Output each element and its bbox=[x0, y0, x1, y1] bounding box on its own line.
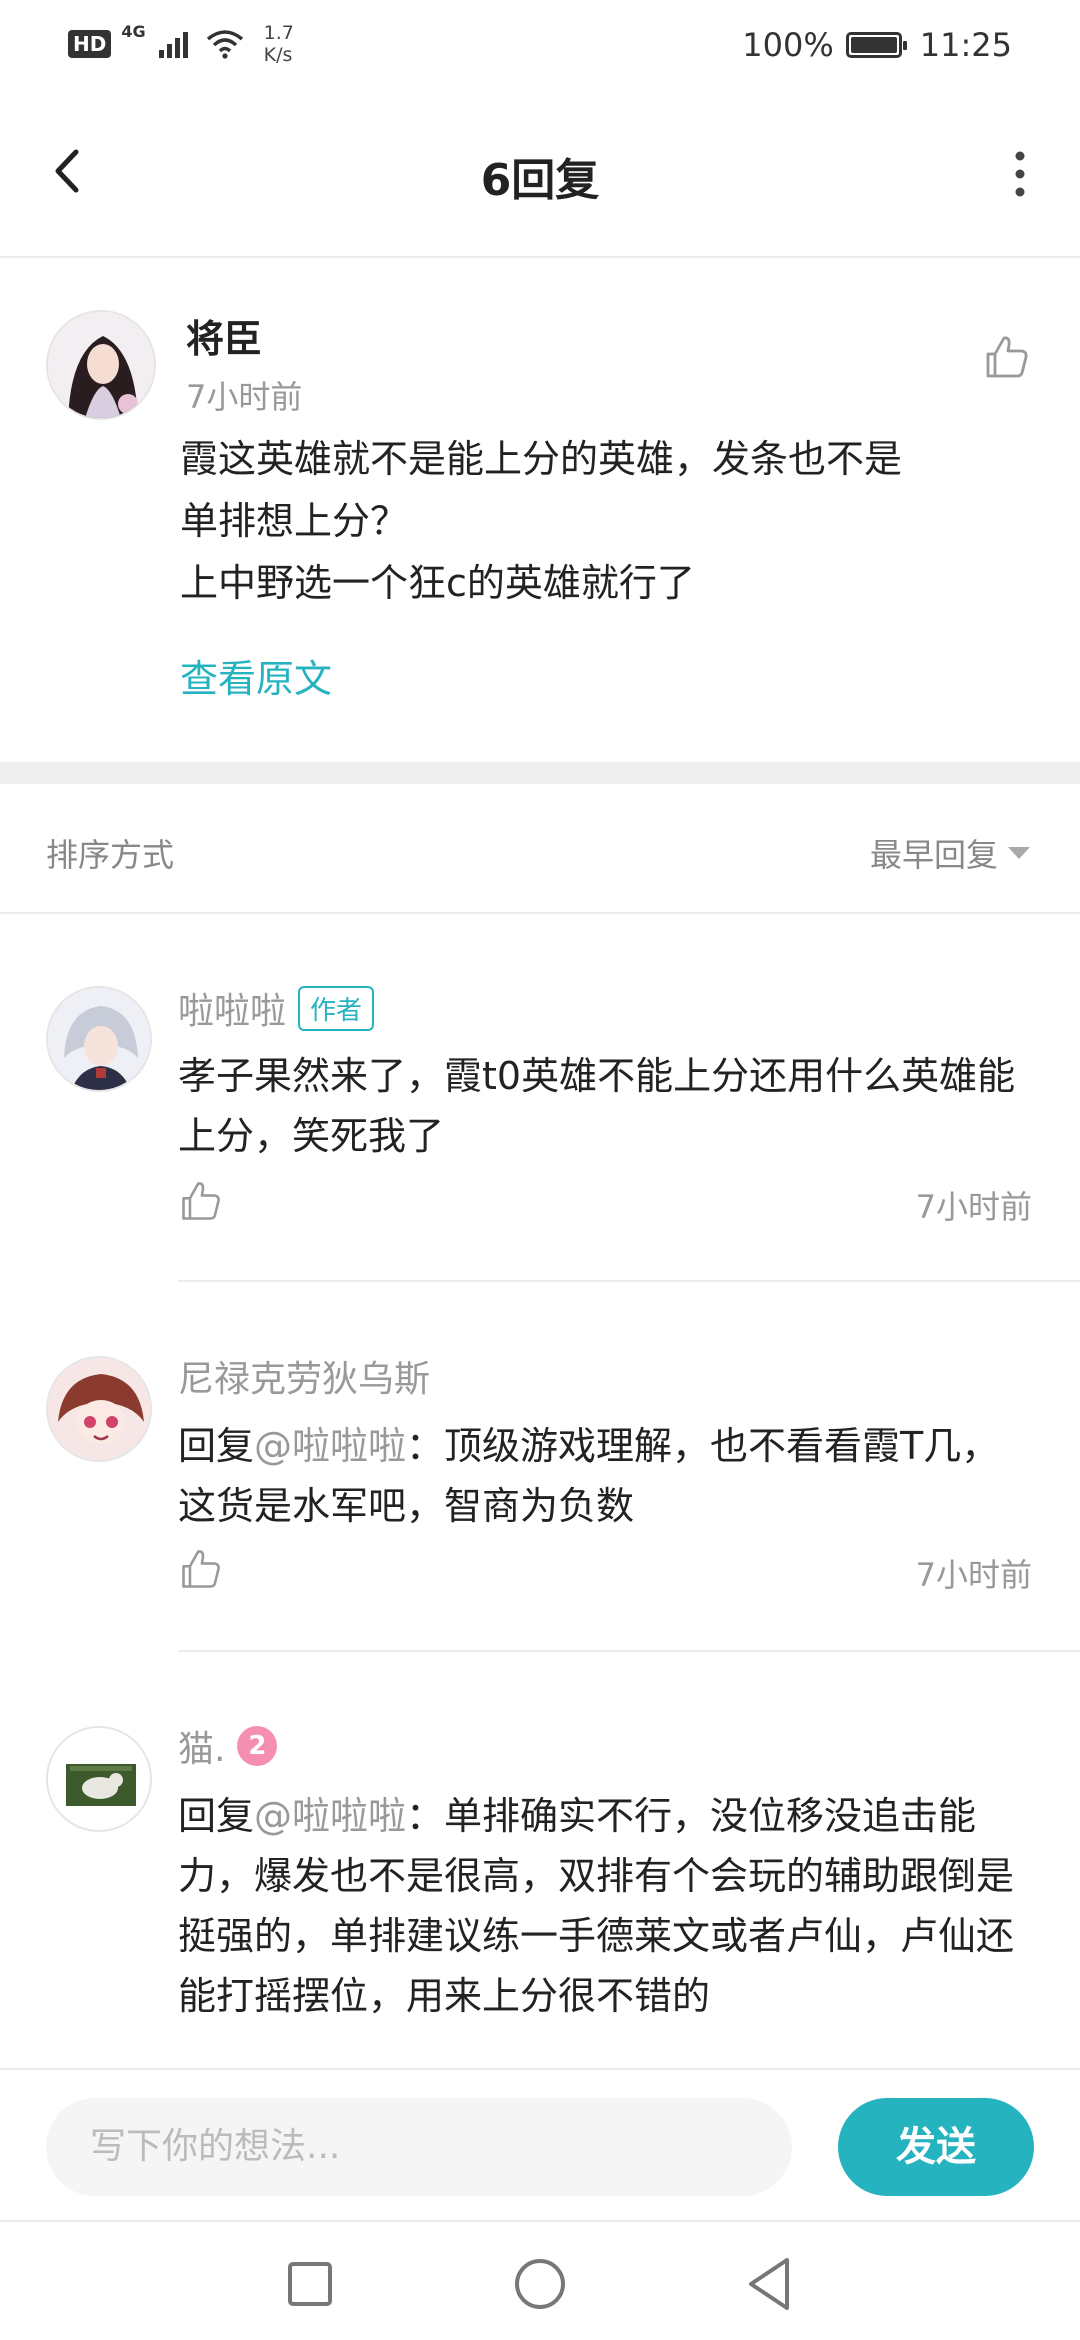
reply-text-block: 回复@啦啦啦：单排确实不行，没位移没追击能力，爆发也不是很高，双排有个会玩的辅助… bbox=[178, 1786, 1028, 2026]
like-button[interactable] bbox=[178, 1546, 224, 1592]
original-comment: 将臣 7小时前 霞这英雄就不是能上分的英雄，发条也不是 单排想上分？ 上中野选一… bbox=[0, 260, 1080, 762]
mention-link[interactable]: @啦啦啦 bbox=[254, 1424, 406, 1468]
battery-icon bbox=[845, 32, 907, 58]
system-nav-bar bbox=[0, 2220, 1080, 2340]
comment-line: 上中野选一个狂c的英雄就行了 bbox=[180, 561, 695, 605]
square-icon bbox=[288, 2262, 332, 2306]
sort-label: 排序方式 bbox=[46, 836, 175, 874]
avatar-image bbox=[48, 988, 150, 1090]
reply-author-row: 啦啦啦 作者 bbox=[178, 982, 375, 1034]
circle-icon bbox=[515, 2259, 565, 2309]
sort-value: 最早回复 bbox=[869, 836, 998, 874]
status-bar: HD 4G 1.7 K/s 100% 11:25 bbox=[0, 0, 1080, 96]
avatar[interactable] bbox=[46, 1356, 152, 1462]
comment-body: 霞这英雄就不是能上分的英雄，发条也不是 单排想上分？ 上中野选一个狂c的英雄就行… bbox=[180, 428, 1010, 614]
comment-line: 霞这英雄就不是能上分的英雄，发条也不是 bbox=[180, 437, 903, 481]
reply-time: 7小时前 bbox=[915, 1188, 1032, 1226]
reply-separator bbox=[178, 1280, 1080, 1282]
page-title: 6回复 bbox=[480, 155, 600, 206]
status-right: 100% 11:25 bbox=[742, 26, 1012, 64]
hd-badge: HD bbox=[68, 30, 112, 58]
avatar[interactable] bbox=[46, 1726, 152, 1832]
author-badge: 作者 bbox=[298, 985, 375, 1031]
reply-item: 尼禄克劳狄乌斯 回复@啦啦啦：顶级游戏理解，也不看看霞T几，这货是水军吧，智商为… bbox=[0, 1284, 1080, 1654]
send-button[interactable]: 发送 bbox=[838, 2098, 1034, 2196]
reply-separator bbox=[178, 1650, 1080, 1652]
battery-percent: 100% bbox=[742, 26, 834, 64]
home-button[interactable] bbox=[505, 2248, 575, 2318]
thumbs-up-icon bbox=[986, 336, 1028, 378]
reply-item: 啦啦啦 作者 孝子果然来了，霞t0英雄不能上分还用什么英雄能上分，笑死我了 7小… bbox=[0, 914, 1080, 1284]
level-badge: 2 bbox=[237, 1726, 278, 1766]
reply-prefix: 回复 bbox=[178, 1424, 255, 1468]
reply-item: 猫. 2 回复@啦啦啦：单排确实不行，没位移没追击能力，爆发也不是很高，双排有个… bbox=[0, 1654, 1080, 2068]
wifi-icon bbox=[206, 30, 243, 59]
comment-time: 7小时前 bbox=[186, 378, 303, 416]
reply-author[interactable]: 啦啦啦 bbox=[178, 982, 286, 1034]
back-nav-button[interactable] bbox=[735, 2248, 805, 2318]
avatar-image bbox=[48, 312, 154, 418]
more-vertical-icon bbox=[1015, 151, 1025, 197]
like-button[interactable] bbox=[178, 1178, 224, 1224]
reply-text-block: 回复@啦啦啦：顶级游戏理解，也不看看霞T几，这货是水军吧，智商为负数 bbox=[178, 1416, 1028, 1536]
network-speed-value: 1.7 bbox=[263, 22, 294, 44]
sort-bar: 排序方式 最早回复 bbox=[0, 784, 1080, 914]
signal-icon bbox=[158, 32, 188, 58]
avatar-image bbox=[48, 1728, 150, 1830]
reply-prefix: 回复 bbox=[178, 1794, 255, 1838]
reply-author-row: 尼禄克劳狄乌斯 bbox=[178, 1350, 430, 1402]
like-button[interactable] bbox=[982, 332, 1032, 382]
thumbs-up-icon bbox=[182, 1182, 220, 1220]
mention-link[interactable]: @啦啦啦 bbox=[254, 1794, 406, 1838]
more-options-button[interactable] bbox=[1000, 144, 1040, 204]
comment-input[interactable]: 写下你的想法... bbox=[46, 2098, 792, 2196]
reply-time: 7小时前 bbox=[915, 1556, 1032, 1594]
comment-line: 单排想上分？ bbox=[180, 499, 409, 543]
network-type: 4G bbox=[121, 22, 146, 41]
comment-input-bar: 写下你的想法... 发送 bbox=[0, 2068, 1080, 2220]
clock: 11:25 bbox=[919, 26, 1012, 64]
caret-down-icon bbox=[1008, 847, 1030, 859]
thumbs-up-icon bbox=[182, 1550, 220, 1588]
sort-dropdown[interactable]: 最早回复 bbox=[870, 830, 1030, 876]
status-left: HD 4G 1.7 K/s bbox=[68, 22, 294, 66]
reply-author-row: 猫. 2 bbox=[178, 1720, 278, 1772]
reply-author[interactable]: 猫. bbox=[178, 1720, 225, 1772]
avatar[interactable] bbox=[46, 986, 152, 1092]
avatar-image bbox=[48, 1358, 150, 1460]
reply-detail-screen: HD 4G 1.7 K/s 100% 11:25 6回复 将臣 7小时前 霞这英… bbox=[0, 0, 1080, 2340]
avatar[interactable] bbox=[46, 310, 156, 420]
reply-author[interactable]: 尼禄克劳狄乌斯 bbox=[178, 1350, 430, 1402]
reply-text: 孝子果然来了，霞t0英雄不能上分还用什么英雄能上分，笑死我了 bbox=[178, 1054, 1016, 1158]
triangle-back-icon bbox=[749, 2258, 789, 2310]
app-header: 6回复 bbox=[0, 96, 1080, 258]
recent-apps-button[interactable] bbox=[274, 2248, 344, 2318]
section-divider bbox=[0, 762, 1080, 784]
comment-author[interactable]: 将臣 bbox=[186, 308, 262, 363]
network-speed: 1.7 K/s bbox=[264, 22, 294, 66]
view-original-link[interactable]: 查看原文 bbox=[180, 648, 332, 703]
network-speed-unit: K/s bbox=[263, 44, 293, 66]
